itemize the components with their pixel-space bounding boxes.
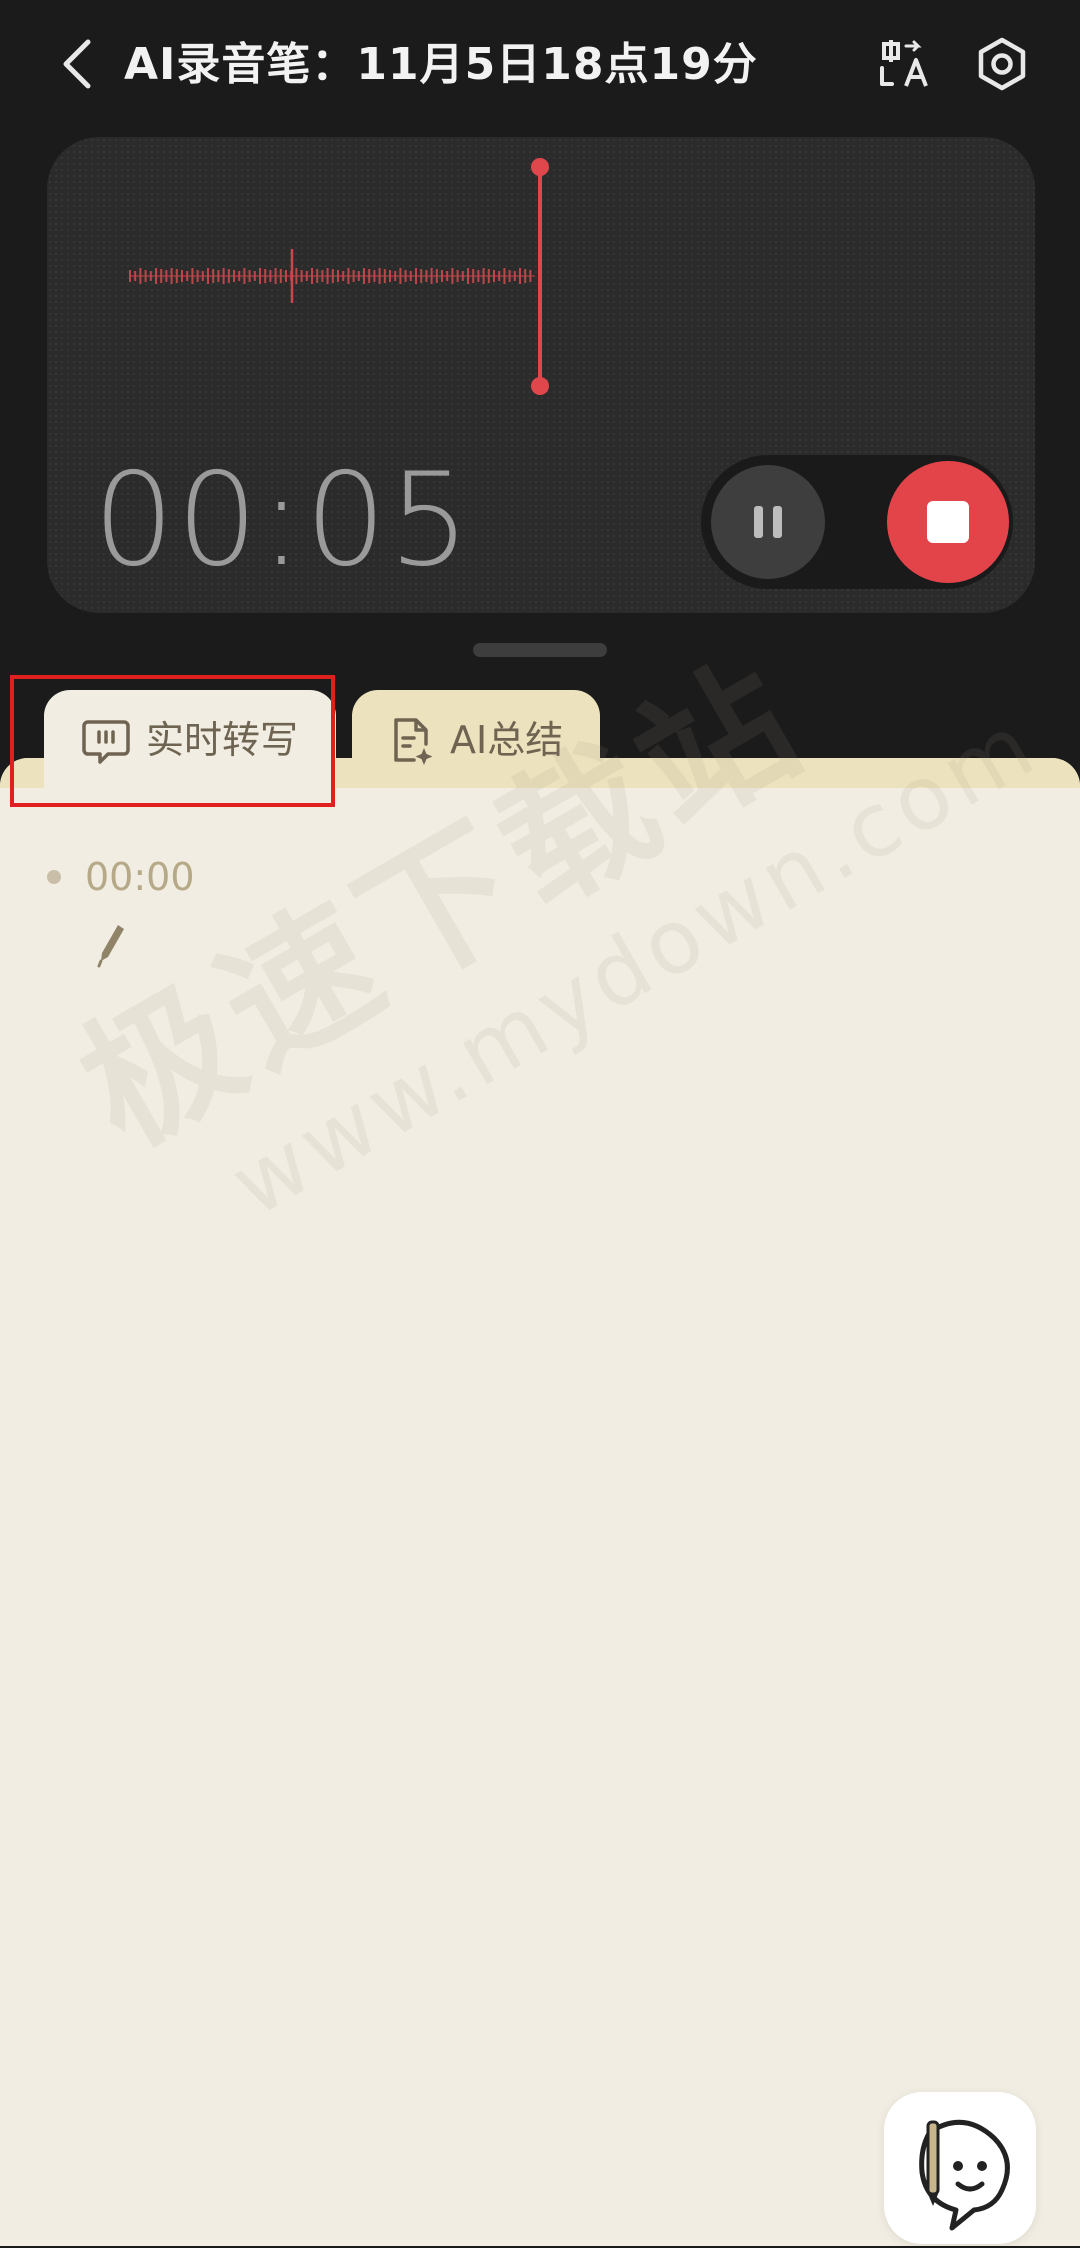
waveform-ticks (129, 268, 535, 284)
tab-label: AI总结 (450, 718, 564, 762)
recording-controls (701, 455, 1013, 589)
playhead-bottom-dot (531, 377, 549, 395)
pen-icon[interactable] (96, 922, 126, 968)
drag-handle[interactable] (473, 643, 607, 657)
gear-icon (978, 37, 1026, 91)
assistant-mascot-icon (919, 2119, 1010, 2231)
settings-button[interactable] (974, 36, 1030, 92)
page-title: AI录音笔：11月5日18点19分 (124, 39, 758, 90)
transcript-panel (0, 758, 1080, 2246)
assistant-button[interactable] (884, 2092, 1036, 2244)
elapsed-timer: 00:05 (93, 446, 472, 595)
selection-highlight (10, 675, 335, 807)
transcript-timestamp: 00:00 (85, 855, 195, 899)
pause-button[interactable] (711, 465, 825, 579)
recorder-card: 00:05 (47, 137, 1035, 613)
document-sparkle-icon (394, 718, 433, 765)
top-bar: AI录音笔：11月5日18点19分 (0, 0, 1080, 130)
back-button[interactable] (56, 36, 100, 92)
translate-icon (880, 40, 928, 87)
translate-button[interactable] (876, 36, 932, 92)
chevron-left-icon (63, 39, 91, 89)
tab-ai-summary[interactable]: AI总结 (352, 690, 600, 770)
stop-icon (927, 501, 969, 543)
stop-button[interactable] (887, 461, 1009, 583)
playhead-top-dot (531, 158, 549, 176)
timeline-dot (47, 870, 61, 884)
